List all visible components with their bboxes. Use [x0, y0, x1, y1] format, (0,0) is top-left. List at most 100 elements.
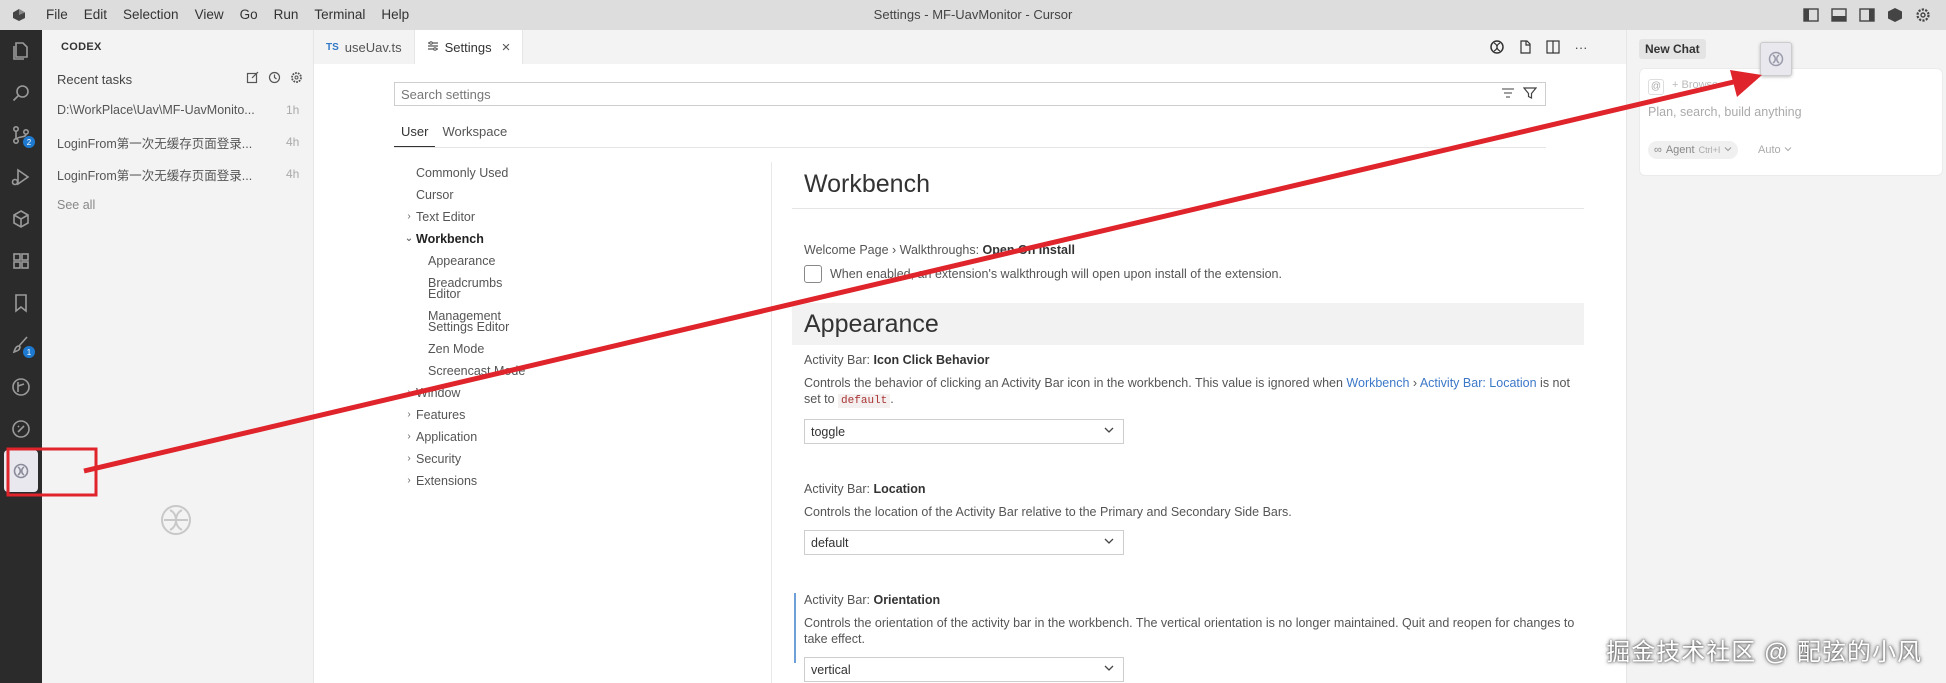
setting-title: Welcome Page › Walkthroughs: Open On Ins…	[804, 243, 1075, 257]
new-chat-tab[interactable]: New Chat	[1639, 39, 1706, 59]
close-tab-icon[interactable]: ×	[502, 39, 511, 56]
menu-selection[interactable]: Selection	[115, 0, 187, 30]
cursor-logo-icon	[0, 0, 38, 30]
icon-click-behavior-select[interactable]: toggle	[804, 419, 1124, 444]
toc-label: Window	[416, 386, 461, 400]
toc-label: Commonly Used	[416, 166, 509, 180]
task-title: LoginFrom第一次无缓存页面登录...	[57, 168, 253, 183]
search-icon[interactable]	[0, 72, 42, 114]
dragged-codex-icon[interactable]	[1760, 42, 1792, 76]
open-on-install-checkbox[interactable]	[804, 265, 822, 283]
task-item[interactable]: LoginFrom第一次无缓存页面登录... 4h	[42, 126, 313, 158]
activity-bar-location-select[interactable]: default	[804, 530, 1124, 555]
chevron-right-icon: ›	[407, 387, 411, 398]
toc-item[interactable]: › Window	[394, 382, 534, 404]
chat-input[interactable]	[1648, 105, 1928, 119]
menu-view[interactable]: View	[187, 0, 232, 30]
brush-icon[interactable]: 1	[0, 324, 42, 366]
menu-go[interactable]: Go	[232, 0, 266, 30]
toc-item[interactable]: ⌄ Workbench	[394, 228, 534, 250]
tab-workspace[interactable]: Workspace	[435, 120, 514, 147]
toc-label: Application	[416, 430, 478, 444]
codex-settings-gear-icon[interactable]	[290, 71, 303, 87]
activity-bar-location-link[interactable]: Activity Bar: Location	[1420, 376, 1537, 390]
tab-useuav[interactable]: TS useUav.ts	[314, 30, 415, 64]
toggle-primary-sidebar-icon[interactable]	[1802, 6, 1820, 24]
run-debug-icon[interactable]	[0, 156, 42, 198]
setting-description: Controls the location of the Activity Ba…	[804, 505, 1292, 519]
toc-item[interactable]: Cursor	[394, 184, 534, 206]
menu-run[interactable]: Run	[266, 0, 307, 30]
toggle-secondary-sidebar-icon[interactable]	[1858, 6, 1876, 24]
toc-item[interactable]: Screencast Mode	[394, 360, 534, 382]
toc-item[interactable]: › Security	[394, 448, 534, 470]
extensions-icon[interactable]	[0, 240, 42, 282]
menu-terminal[interactable]: Terminal	[306, 0, 373, 30]
toc-item[interactable]: Commonly Used	[394, 162, 534, 184]
tab-label: useUav.ts	[344, 39, 402, 55]
task-item[interactable]: LoginFrom第一次无缓存页面登录... 4h	[42, 158, 313, 190]
chevron-right-icon: ›	[407, 211, 411, 222]
editor-tabs: TS useUav.ts Settings × ···	[314, 30, 1626, 64]
toc-item[interactable]: Zen Mode	[394, 338, 534, 360]
infinity-icon: ∞	[1654, 144, 1662, 156]
settings-gear-icon[interactable]	[1914, 6, 1932, 24]
chevron-right-icon: ›	[407, 453, 411, 464]
mention-icon[interactable]: @	[1648, 79, 1664, 95]
agent-mode-select[interactable]: ∞ Agent Ctrl+I	[1648, 141, 1739, 159]
toc-item[interactable]: › Text Editor	[394, 206, 534, 228]
model-select[interactable]: Auto	[1758, 141, 1792, 159]
toc-label: Appearance	[428, 254, 496, 268]
settings-tab-icon	[427, 40, 439, 55]
chevron-down-icon	[1103, 662, 1115, 677]
recent-tasks-header: Recent tasks	[42, 64, 313, 94]
openai-icon[interactable]	[1488, 38, 1506, 56]
chevron-right-icon: ›	[407, 431, 411, 442]
activity-bar-orientation-select[interactable]: vertical	[804, 657, 1124, 682]
bookmark-icon[interactable]	[0, 282, 42, 324]
more-actions-icon[interactable]: ···	[1572, 38, 1590, 56]
task-time: 4h	[286, 135, 300, 149]
search-settings-input[interactable]	[395, 83, 1455, 105]
task-title: D:\WorkPlace\Uav\MF-UavMonito...	[57, 103, 255, 117]
codex-icon[interactable]	[4, 450, 38, 492]
setting-description: When enabled, an extension's walkthrough…	[830, 267, 1282, 281]
menu-file[interactable]: File	[38, 0, 76, 30]
settings-scope-tabs: User Workspace	[394, 120, 1546, 148]
new-task-icon[interactable]	[246, 71, 259, 87]
chat-panel: New Chat @ + Browse ∞ Agent Ctrl+I Auto	[1626, 30, 1946, 683]
subsection-header: Appearance	[792, 303, 1584, 345]
setting-icon-click-behavior: Activity Bar: Icon Click Behavior Contro…	[772, 353, 1584, 444]
workbench-link[interactable]: Workbench	[1346, 376, 1409, 390]
tab-user[interactable]: User	[394, 120, 436, 147]
editor-area: TS useUav.ts Settings × ··· User Workspa…	[314, 30, 1626, 683]
menu-bar: File Edit Selection View Go Run Terminal…	[38, 0, 417, 30]
toc-item[interactable]: › Features	[394, 404, 534, 426]
see-all-link[interactable]: See all	[42, 190, 313, 220]
tab-settings[interactable]: Settings ×	[414, 30, 524, 64]
task-item[interactable]: D:\WorkPlace\Uav\MF-UavMonito... 1h	[42, 94, 313, 126]
chevron-down-icon	[1724, 141, 1732, 159]
context-hint[interactable]: + Browse	[1672, 79, 1718, 91]
watermark: 掘金技术社区 @ 配弦的小风	[1606, 639, 1922, 666]
open-json-icon[interactable]	[1516, 38, 1534, 56]
explorer-icon[interactable]	[0, 30, 42, 72]
menu-help[interactable]: Help	[373, 0, 417, 30]
source-control-icon[interactable]: 2	[0, 114, 42, 156]
toc-label: Features	[416, 408, 466, 422]
test-icon[interactable]	[0, 408, 42, 450]
cube-icon[interactable]	[0, 198, 42, 240]
toc-item[interactable]: Appearance	[394, 250, 534, 272]
menu-edit[interactable]: Edit	[76, 0, 115, 30]
toggle-panel-icon[interactable]	[1830, 6, 1848, 24]
cube-icon[interactable]	[1886, 6, 1904, 24]
toc-item[interactable]: › Extensions	[394, 470, 534, 492]
toc-item[interactable]: Editor Management	[394, 287, 534, 323]
filter-icon[interactable]	[1522, 86, 1538, 103]
clear-filter-icon[interactable]	[1501, 86, 1515, 103]
git-graph-icon[interactable]	[0, 366, 42, 408]
toc-item[interactable]: › Application	[394, 426, 534, 448]
split-editor-icon[interactable]	[1544, 38, 1562, 56]
subsection-title: Appearance	[804, 310, 939, 338]
history-icon[interactable]	[268, 71, 281, 87]
